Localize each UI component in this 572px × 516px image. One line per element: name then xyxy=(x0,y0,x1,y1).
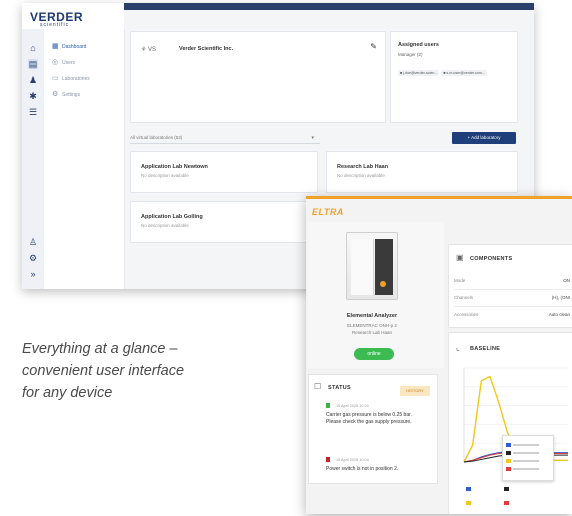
gear-icon[interactable]: ✱ xyxy=(28,91,38,101)
device-image xyxy=(346,232,398,300)
lab-icon: ▭ xyxy=(52,75,59,82)
chart-tooltip-legend xyxy=(502,435,554,481)
message-date: 10 April 2025 10:24 xyxy=(336,404,369,408)
logo-area: VERDER scientific xyxy=(22,3,124,29)
legend-text-placeholder xyxy=(513,460,539,462)
legend-text-placeholder xyxy=(513,468,539,470)
lab-filter-select[interactable]: All virtual laboratories (53) ▾ xyxy=(130,133,320,144)
legend-text-placeholder xyxy=(513,444,539,446)
grid-icon: ▦ xyxy=(52,43,59,50)
nav-item-users[interactable]: ◎ Users xyxy=(52,57,75,69)
legend-swatch xyxy=(506,467,511,472)
user-icon: ◎ xyxy=(52,59,59,66)
status-message: Power switch is not in position 2. xyxy=(326,466,399,472)
company-card: ⚘ VS Verder Scientific Inc. ✎ xyxy=(130,31,386,123)
icon-rail: ⌂ ▤ ♟ ✱ ☰ ♙ ⚙ » xyxy=(22,29,45,289)
legend-entry xyxy=(506,450,539,456)
lab-description: No description available xyxy=(141,223,189,228)
online-status-badge: online xyxy=(354,348,394,360)
legend-swatch xyxy=(466,501,471,506)
caption-line: for any device xyxy=(22,385,113,401)
legend-swatch xyxy=(506,459,511,464)
user-chip[interactable]: ■ s.m.user@verder.com... xyxy=(441,70,487,76)
components-icon: ▣ xyxy=(456,253,464,262)
lab-card[interactable]: Application Lab Newtown No description a… xyxy=(130,151,318,193)
top-bar xyxy=(124,3,534,10)
assigned-users-card: Assigned users Manager (2) ■ j.doe@verde… xyxy=(390,31,518,123)
add-laboratory-button[interactable]: + Add laboratory xyxy=(452,132,516,144)
user-chips: ■ j.doe@verder-scien... ■ s.m.user@verder… xyxy=(398,61,489,79)
chart-icon: ⌞ xyxy=(456,343,460,352)
legend-swatch xyxy=(506,443,511,448)
nav-item-laboratories[interactable]: ▭ Laboratories xyxy=(52,73,90,85)
bottom-legend-entry xyxy=(504,486,511,492)
assigned-users-role: Manager (2) xyxy=(398,52,423,57)
legend-entry xyxy=(506,458,539,464)
flag-icon xyxy=(326,403,330,408)
components-title: COMPONENTS xyxy=(470,256,513,262)
message-date: 10 April 2025 10:04 xyxy=(336,458,369,462)
caption-line: convenient user interface xyxy=(22,363,185,379)
caption: Everything at a glance – convenient user… xyxy=(22,338,272,404)
legend-text-placeholder xyxy=(513,452,539,454)
status-title: STATUS xyxy=(328,385,351,391)
component-row: Mode ON xyxy=(454,272,572,290)
legend-swatch xyxy=(506,451,511,456)
device-location: Research Lab Haan xyxy=(351,330,393,335)
settings-icon[interactable]: ⚙ xyxy=(28,253,38,263)
lab-description: No description available xyxy=(141,173,189,178)
database-icon[interactable]: ☰ xyxy=(28,107,38,117)
lab-icon[interactable]: ▤ xyxy=(28,59,38,69)
assigned-users-title: Assigned users xyxy=(398,42,439,48)
gear-icon: ⚙ xyxy=(52,91,59,98)
legend-swatch xyxy=(466,487,471,492)
chat-icon: ☐ xyxy=(314,382,322,391)
history-button[interactable]: HISTORY xyxy=(400,386,430,396)
lab-card[interactable]: Application Lab Golling No description a… xyxy=(130,201,318,243)
status-message: Carrier gas pressure is below 0.25 bar. … xyxy=(326,412,412,425)
nav-item-dashboard[interactable]: ▦ Dashboard xyxy=(52,41,86,53)
nav-column: ▦ Dashboard ◎ Users ▭ Laboratories ⚙ Setting… xyxy=(44,29,125,289)
lab-name: Application Lab Newtown xyxy=(141,164,208,170)
legend-swatch xyxy=(504,501,509,506)
flag-icon xyxy=(326,457,330,462)
user-icon[interactable]: ♟ xyxy=(28,75,38,85)
bottom-legend-entry xyxy=(504,500,511,506)
component-row: Channels (H), (ONI xyxy=(454,289,572,307)
nav-item-settings[interactable]: ⚙ Settings xyxy=(52,89,80,101)
company-name: Verder Scientific Inc. xyxy=(179,46,234,52)
bottom-legend-entry xyxy=(466,486,473,492)
verder-logo: VERDER scientific xyxy=(30,10,83,28)
home-icon[interactable]: ⌂ xyxy=(28,43,38,53)
user-chip[interactable]: ■ j.doe@verder-scien... xyxy=(398,70,440,76)
edit-icon[interactable]: ✎ xyxy=(370,42,377,51)
eltra-logo: ELTRA xyxy=(312,207,344,217)
device-model: ELEMENTRAC ONH-p 2 xyxy=(347,323,397,328)
lab-name: Application Lab Golling xyxy=(141,214,203,220)
baseline-title: BASELINE xyxy=(470,346,501,352)
bottom-legend-entry xyxy=(466,500,473,506)
users-icon[interactable]: ♙ xyxy=(28,237,38,247)
legend-entry xyxy=(506,442,539,448)
company-logo: ⚘ VS xyxy=(141,47,157,53)
eltra-app-screenshot: ELTRA Elemental Analyzer ELEMENTRAC ONH-… xyxy=(306,196,572,514)
lab-name: Research Lab Haan xyxy=(337,164,389,170)
component-row: Accessories Auto clean xyxy=(454,312,570,317)
caption-line: Everything at a glance – xyxy=(22,341,178,357)
lab-description: No description available xyxy=(337,173,385,178)
device-name: Elemental Analyzer xyxy=(346,313,398,319)
expand-icon[interactable]: » xyxy=(28,269,38,279)
chevron-down-icon: ▾ xyxy=(311,135,314,141)
legend-entry xyxy=(506,466,539,472)
top-accent-bar xyxy=(306,196,572,199)
legend-swatch xyxy=(504,487,509,492)
lab-card[interactable]: Research Lab Haan No description availab… xyxy=(326,151,518,193)
